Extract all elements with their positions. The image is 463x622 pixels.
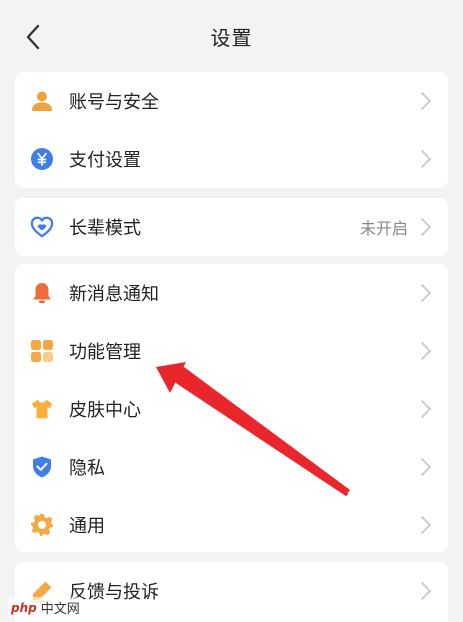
- settings-item-account-security[interactable]: 账号与安全: [15, 72, 448, 130]
- shield-icon: [30, 455, 54, 479]
- gear-icon: [30, 513, 54, 537]
- settings-item-label: 隐私: [69, 458, 105, 479]
- settings-group-account: 账号与安全 支付设置: [15, 72, 448, 188]
- settings-item-label: 支付设置: [69, 150, 141, 171]
- settings-item-elder-mode[interactable]: 长辈模式 未开启: [15, 198, 448, 256]
- chevron-right-icon: [419, 91, 433, 111]
- chevron-right-icon: [419, 399, 433, 419]
- user-icon: [30, 89, 54, 113]
- watermark-logo: php: [11, 600, 37, 615]
- navigation-bar: 设置: [0, 0, 463, 72]
- chevron-right-icon: [419, 217, 433, 237]
- watermark-text: 中文网: [40, 602, 80, 617]
- chevron-right-icon: [419, 149, 433, 169]
- settings-item-notifications[interactable]: 新消息通知: [15, 264, 448, 322]
- heart-mode-icon: [30, 215, 54, 239]
- settings-page: 设置 账号与安全 支付设置 长辈模式 未开启 新消息通知 功能管理 皮肤中心 隐…: [0, 0, 463, 622]
- chevron-right-icon: [419, 515, 433, 535]
- settings-item-label: 功能管理: [69, 342, 141, 363]
- settings-group-elder: 长辈模式 未开启: [15, 198, 448, 256]
- settings-group-general: 新消息通知 功能管理 皮肤中心 隐私 通用: [15, 264, 448, 552]
- bell-icon: [30, 281, 54, 305]
- settings-item-label: 通用: [69, 516, 105, 537]
- settings-item-label: 账号与安全: [69, 92, 159, 113]
- chevron-right-icon: [419, 581, 433, 601]
- settings-item-label: 皮肤中心: [69, 400, 141, 421]
- chevron-right-icon: [419, 283, 433, 303]
- settings-item-label: 长辈模式: [69, 218, 141, 239]
- settings-item-privacy[interactable]: 隐私: [15, 438, 448, 496]
- settings-item-general[interactable]: 通用: [15, 496, 448, 552]
- watermark: php 中文网: [8, 597, 83, 618]
- elder-mode-status: 未开启: [359, 219, 408, 238]
- settings-item-feature-management[interactable]: 功能管理: [15, 322, 448, 380]
- page-title: 设置: [210, 26, 253, 50]
- yuan-icon: [30, 147, 54, 171]
- grid-icon: [30, 339, 54, 363]
- settings-item-label: 新消息通知: [69, 284, 159, 305]
- settings-item-payment[interactable]: 支付设置: [15, 130, 448, 188]
- chevron-right-icon: [419, 457, 433, 477]
- chevron-right-icon: [419, 341, 433, 361]
- tshirt-icon: [30, 397, 54, 421]
- settings-item-skin-center[interactable]: 皮肤中心: [15, 380, 448, 438]
